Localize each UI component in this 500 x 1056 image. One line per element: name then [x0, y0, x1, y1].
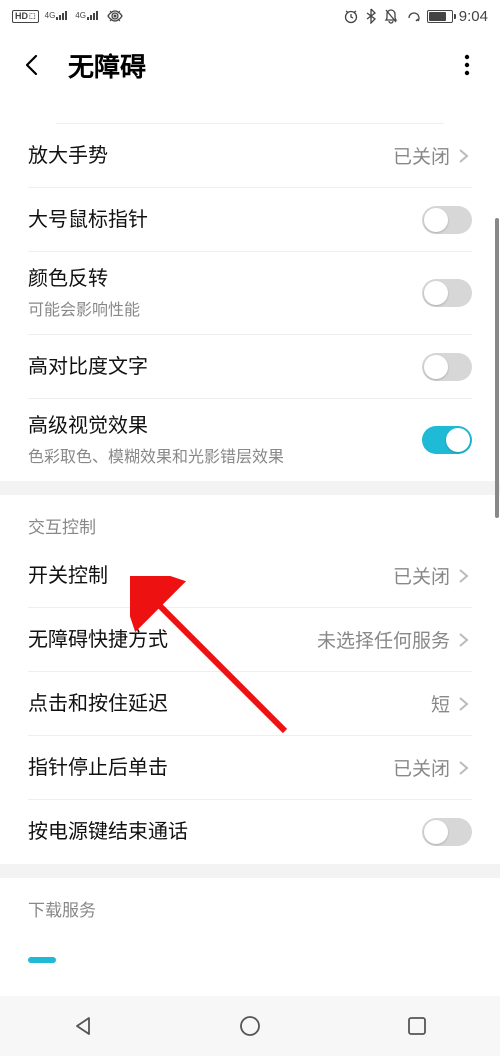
- partial-row-top: [56, 98, 444, 124]
- alarm-icon: [343, 8, 359, 24]
- status-right: 9:04: [343, 8, 488, 25]
- mute-icon: [383, 8, 399, 24]
- nav-bar: [0, 996, 500, 1056]
- section-gap: [0, 481, 500, 495]
- toggle-advanced-fx[interactable]: [422, 426, 472, 454]
- settings-list: 放大手势 已关闭 大号鼠标指针 颜色反转 可能会影响性能 高对比度文字 高: [0, 98, 500, 997]
- row-label: 点击和按住延迟: [28, 691, 168, 717]
- status-bar: HD⬚ 4G 4G: [0, 0, 500, 32]
- row-value: 已关闭: [393, 142, 450, 169]
- nav-recent-icon: [406, 1015, 428, 1037]
- more-button[interactable]: [452, 50, 482, 80]
- page-title: 无障碍: [68, 47, 146, 84]
- section-header-interaction: 交互控制: [28, 495, 472, 544]
- back-icon: [20, 52, 46, 78]
- nav-recent-button[interactable]: [399, 1008, 435, 1044]
- row-label: 指针停止后单击: [28, 755, 168, 781]
- more-icon: [464, 54, 470, 76]
- row-value: 已关闭: [393, 754, 450, 781]
- row-switch-control[interactable]: 开关控制 已关闭: [28, 544, 472, 608]
- row-label: 按电源键结束通话: [28, 819, 188, 845]
- eye-icon: [106, 9, 124, 23]
- toggle-power-end-call[interactable]: [422, 818, 472, 846]
- hd-icon: HD⬚: [12, 10, 39, 23]
- signal-2-icon: 4G: [75, 11, 100, 21]
- toggle-high-contrast[interactable]: [422, 353, 472, 381]
- nav-home-button[interactable]: [232, 1008, 268, 1044]
- row-sublabel: 色彩取色、模糊效果和光影错层效果: [28, 443, 284, 467]
- title-bar: 无障碍: [0, 32, 500, 98]
- row-label: 大号鼠标指针: [28, 207, 148, 233]
- section-header-download: 下载服务: [28, 878, 472, 927]
- row-label: 高级视觉效果: [28, 413, 284, 439]
- section-gap: [0, 864, 500, 878]
- row-value: 短: [431, 690, 450, 717]
- scrollbar[interactable]: [494, 218, 500, 568]
- row-invert-colors[interactable]: 颜色反转 可能会影响性能: [28, 252, 472, 335]
- row-label: 开关控制: [28, 563, 108, 589]
- row-large-cursor[interactable]: 大号鼠标指针: [28, 188, 472, 252]
- row-accessibility-shortcut[interactable]: 无障碍快捷方式 未选择任何服务: [28, 608, 472, 672]
- row-value: 已关闭: [393, 562, 450, 589]
- row-label: 高对比度文字: [28, 354, 148, 380]
- nav-back-button[interactable]: [65, 1008, 101, 1044]
- optimize-icon: [405, 8, 421, 24]
- status-left: HD⬚ 4G 4G: [12, 9, 124, 23]
- back-button[interactable]: [18, 50, 48, 80]
- signal-1-icon: 4G: [45, 11, 70, 21]
- phone-screen: HD⬚ 4G 4G: [0, 0, 500, 1056]
- clock-text: 9:04: [459, 8, 488, 25]
- row-advanced-visual-fx[interactable]: 高级视觉效果 色彩取色、模糊效果和光影错层效果: [28, 399, 472, 481]
- toggle-invert-colors[interactable]: [422, 279, 472, 307]
- nav-home-icon: [238, 1014, 262, 1038]
- partial-row-bottom: [28, 957, 472, 997]
- row-magnify-gesture[interactable]: 放大手势 已关闭: [28, 124, 472, 188]
- chevron-right-icon: [456, 696, 472, 712]
- chevron-right-icon: [456, 632, 472, 648]
- toggle-large-cursor[interactable]: [422, 206, 472, 234]
- bluetooth-icon: [365, 8, 377, 24]
- row-label: 颜色反转: [28, 266, 140, 292]
- row-label: 放大手势: [28, 143, 108, 169]
- row-power-end-call[interactable]: 按电源键结束通话: [28, 800, 472, 864]
- row-high-contrast-text[interactable]: 高对比度文字: [28, 335, 472, 399]
- nav-back-icon: [72, 1015, 94, 1037]
- row-sublabel: 可能会影响性能: [28, 296, 140, 320]
- row-label: 无障碍快捷方式: [28, 627, 168, 653]
- row-touch-hold-delay[interactable]: 点击和按住延迟 短: [28, 672, 472, 736]
- row-value: 未选择任何服务: [317, 626, 450, 653]
- row-dwell-click[interactable]: 指针停止后单击 已关闭: [28, 736, 472, 800]
- chevron-right-icon: [456, 148, 472, 164]
- chevron-right-icon: [456, 568, 472, 584]
- battery-icon: [427, 10, 453, 23]
- chevron-right-icon: [456, 760, 472, 776]
